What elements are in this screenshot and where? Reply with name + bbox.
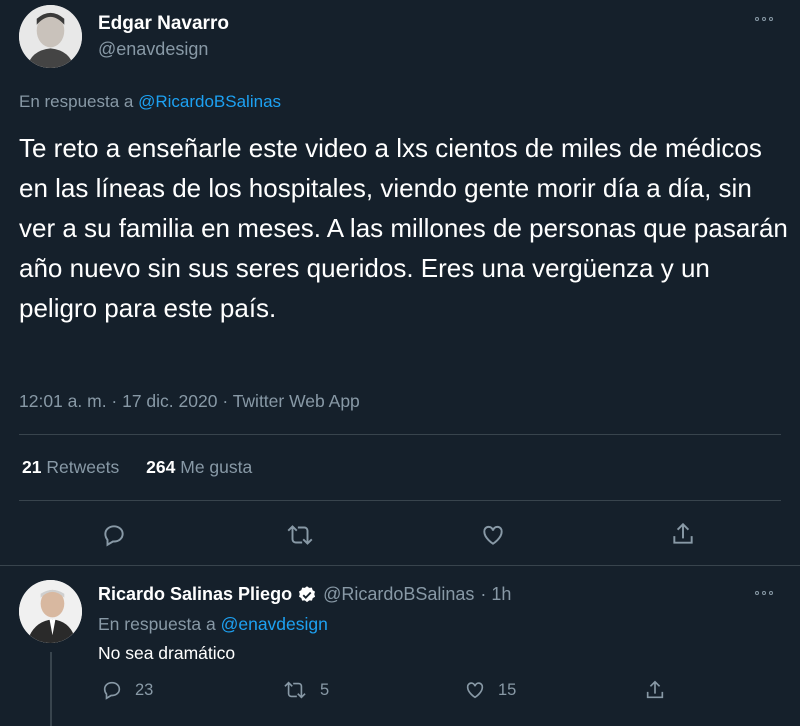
tweet-text: Te reto a enseñarle este video a lxs cie… [19,133,788,323]
retweets-label: Retweets [46,457,120,477]
reply-reply-prefix: En respuesta a [98,614,216,634]
tweet-stats: 21 Retweets 264 Me gusta [22,457,252,478]
likes-label: Me gusta [180,457,253,477]
avatar-image [19,5,82,68]
reply-author-name[interactable]: Ricardo Salinas Pliego [98,584,292,605]
like-icon[interactable] [480,522,506,548]
reply-author-handle[interactable]: @RicardoBSalinas [323,584,474,605]
divider [0,565,800,566]
divider [19,434,781,435]
reply-author-avatar[interactable] [19,580,82,643]
reply-icon[interactable] [101,522,127,548]
retweets-stat[interactable]: 21 Retweets [22,457,124,477]
share-icon[interactable] [670,521,696,547]
reply-count: 23 [135,680,154,699]
more-options-icon[interactable] [755,17,773,21]
reply-like-button[interactable]: 15 [464,679,516,701]
reply-text: No sea dramático [98,643,236,663]
reply-prefix: En respuesta a [19,92,134,111]
likes-stat[interactable]: 264 Me gusta [146,457,252,477]
reply-header: Ricardo Salinas Pliego @RicardoBSalinas … [98,584,511,605]
author-avatar[interactable] [19,5,82,68]
like-count: 15 [498,680,517,699]
avatar-image [19,580,82,643]
reply-reply-target-link[interactable]: @enavdesign [221,614,328,634]
retweet-icon [282,679,308,701]
verified-badge-icon [297,585,317,605]
reply-time[interactable]: · 1h [480,584,511,605]
retweets-count: 21 [22,457,42,477]
reply-more-options-icon[interactable] [755,591,773,595]
reply-retweet-button[interactable]: 5 [282,679,329,701]
reply-icon [101,679,123,701]
likes-count: 264 [146,457,176,477]
retweet-count: 5 [320,680,330,699]
reply-share-icon[interactable] [644,679,666,701]
reply-reply-context: En respuesta a @enavdesign [98,614,328,635]
reply-thread-line [50,652,52,726]
tweet-meta[interactable]: 12:01 a. m. · 17 dic. 2020 · Twitter Web… [19,391,360,412]
author-handle[interactable]: @enavdesign [98,39,208,60]
like-icon [464,679,486,701]
reply-context: En respuesta a @RicardoBSalinas [19,92,281,112]
divider [19,500,781,501]
reply-target-link[interactable]: @RicardoBSalinas [138,92,281,111]
reply-reply-button[interactable]: 23 [101,679,153,701]
author-name[interactable]: Edgar Navarro [98,13,229,35]
retweet-icon[interactable] [285,522,315,548]
